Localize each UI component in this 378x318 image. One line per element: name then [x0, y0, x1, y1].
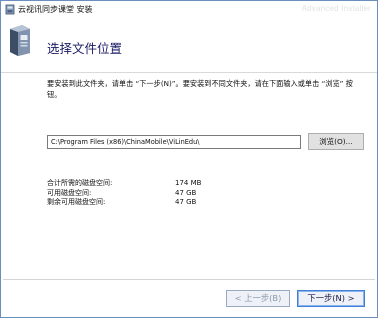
- disk-space-row-available: 可用磁盘空间: 47 GB: [47, 189, 227, 199]
- watermark-text: Advanced Installer: [301, 4, 371, 13]
- instructions-text: 要安装到此文件夹，请单击 “下一步(N)”。要安装到不同文件夹，请在下面输入或单…: [47, 79, 353, 99]
- disk-space-row-remaining: 剩余可用磁盘空间: 47 GB: [47, 198, 227, 208]
- disk-space-summary: 合计所需的磁盘空间: 174 MB 可用磁盘空间: 47 GB 剩余可用磁盘空间…: [47, 179, 227, 208]
- disk-space-value: 47 GB: [175, 188, 197, 197]
- wizard-footer: < 上一步(B) 下一步(N) >: [1, 273, 377, 317]
- title-bar: 云视讯同步课堂 安装 Advanced Installer: [1, 1, 377, 19]
- disk-space-label: 合计所需的磁盘空间:: [47, 179, 113, 187]
- disk-space-label: 可用磁盘空间:: [47, 188, 92, 197]
- browse-button[interactable]: 浏览(O)...: [308, 133, 364, 150]
- disk-space-label: 剩余可用磁盘空间:: [47, 198, 106, 206]
- wizard-header: 选择文件位置: [1, 19, 377, 73]
- installer-box-icon: [7, 23, 33, 57]
- installer-app-icon: [5, 4, 15, 15]
- disk-space-row-required: 合计所需的磁盘空间: 174 MB: [47, 179, 227, 189]
- page-heading: 选择文件位置: [47, 41, 123, 56]
- window-title: 云视讯同步课堂 安装: [18, 5, 93, 14]
- wizard-content: 要安装到此文件夹，请单击 “下一步(N)”。要安装到不同文件夹，请在下面输入或单…: [1, 73, 377, 273]
- next-button[interactable]: 下一步(N) >: [297, 290, 365, 307]
- disk-space-value: 174 MB: [175, 179, 202, 187]
- back-button[interactable]: < 上一步(B): [226, 290, 290, 307]
- install-path-input[interactable]: [47, 135, 301, 149]
- footer-divider: [3, 279, 375, 280]
- installer-window: 云视讯同步课堂 安装 Advanced Installer 选择文件位置 要安装…: [0, 0, 378, 318]
- disk-space-value: 47 GB: [175, 198, 197, 206]
